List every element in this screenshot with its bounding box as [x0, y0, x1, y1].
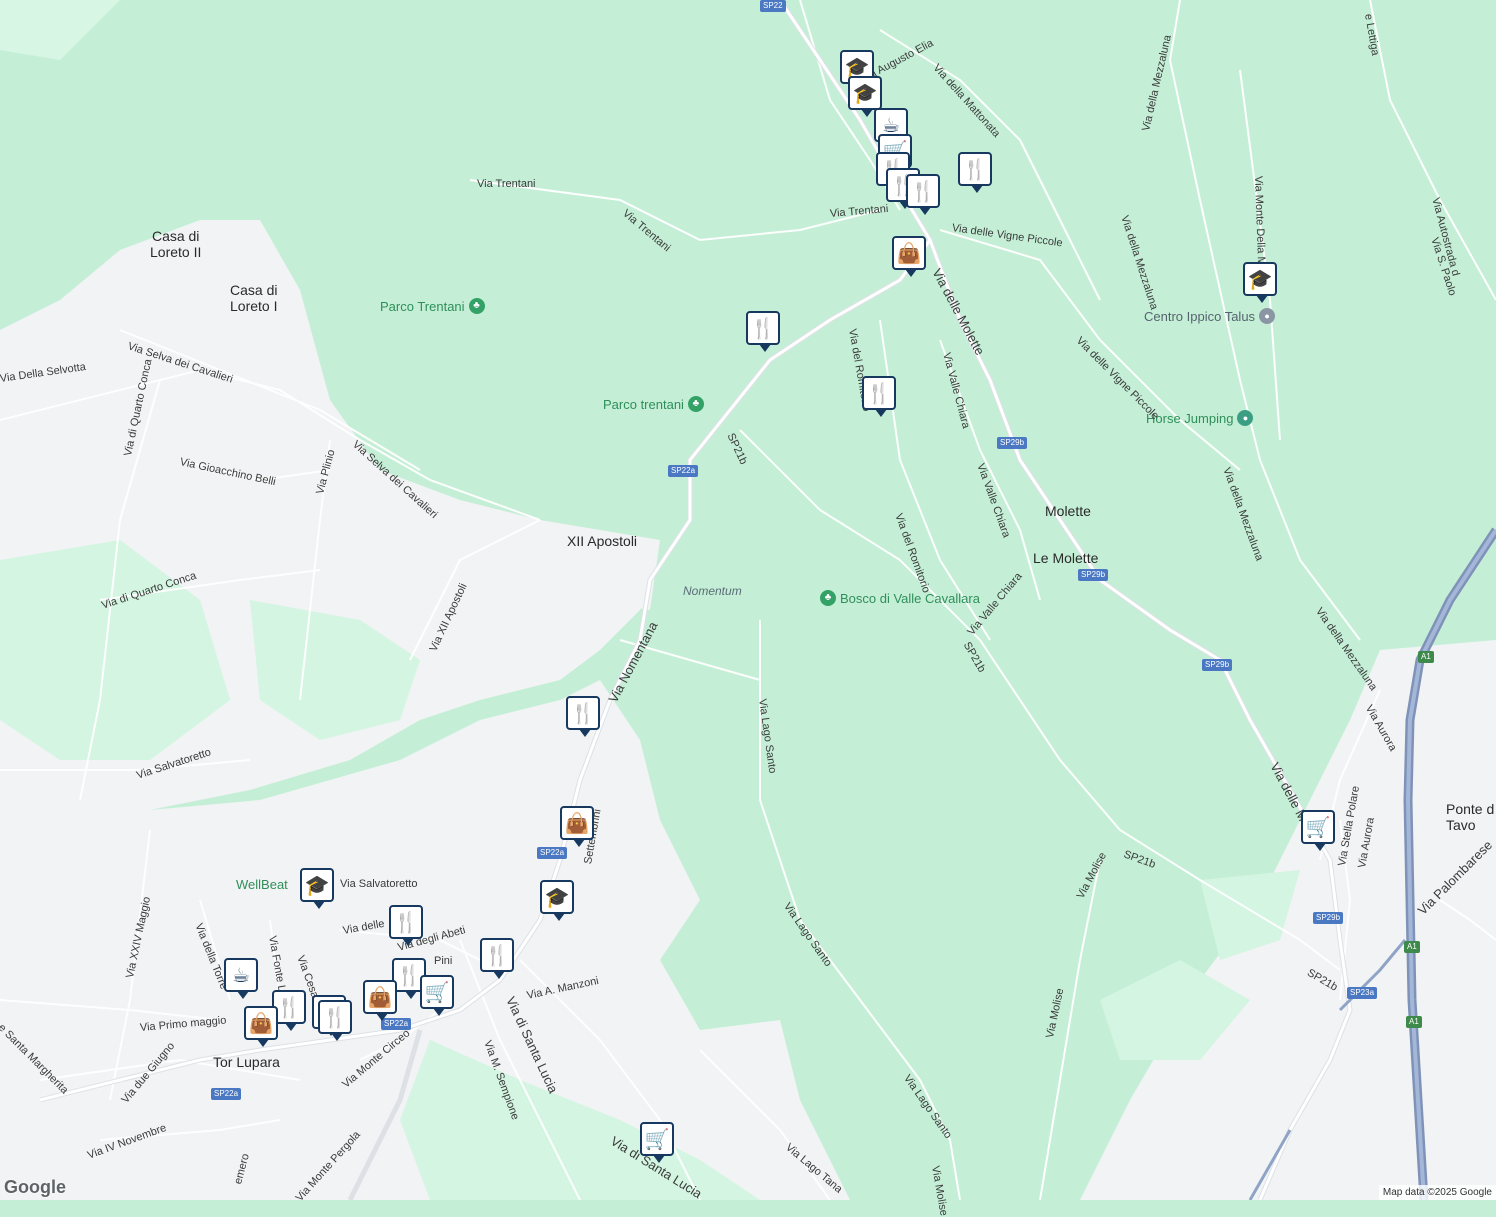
restaurant-icon: 🍴	[484, 943, 510, 967]
park-bosco-valle-cavallara[interactable]: ♣ Bosco di Valle Cavallara	[820, 590, 980, 606]
restaurant-icon: 🍴	[322, 1005, 348, 1029]
park-parco-trentani-2[interactable]: Parco trentani ♣	[603, 396, 704, 412]
restaurant-icon: 🍴	[750, 316, 776, 340]
restaurant-icon: 🍴	[962, 157, 988, 181]
restaurant-icon: 🍴	[276, 995, 302, 1019]
restaurant-icon: 🍴	[866, 381, 892, 405]
cafe-icon: ☕	[882, 113, 900, 137]
road-shield: SP22a	[668, 465, 699, 477]
poi-marker-restaurant[interactable]: 🍴	[389, 905, 423, 946]
poi-marker-school[interactable]: 🎓	[1243, 262, 1277, 303]
road-shield: SP29b	[1313, 912, 1344, 924]
shopping-icon: 👜	[564, 811, 590, 835]
restaurant-icon: 🍴	[396, 963, 422, 987]
poi-marker-restaurant[interactable]: 🍴	[318, 1000, 352, 1041]
area-nomentum: Nomentum	[683, 584, 742, 598]
motorway-shield: A1	[1404, 941, 1420, 953]
place-casa-loreto-1: Casa di Loreto I	[230, 282, 278, 314]
poi-marker-restaurant[interactable]: 🍴	[566, 696, 600, 737]
motorway-shield: A1	[1418, 651, 1434, 663]
grocery-icon: 🛒	[1305, 815, 1331, 839]
location-icon: ●	[1259, 308, 1276, 324]
road-label: Via Salvatoretto	[340, 878, 418, 890]
restaurant-icon: 🍴	[570, 701, 596, 725]
road-shield: SP22	[760, 0, 786, 12]
poi-marker-restaurant[interactable]: 🍴	[906, 174, 940, 215]
school-icon: 🎓	[1247, 267, 1273, 291]
restaurant-icon: 🍴	[393, 910, 419, 934]
school-icon: 🎓	[844, 55, 870, 79]
road-shield: SP29b	[1202, 659, 1233, 671]
poi-marker-shopping[interactable]: 👜	[363, 980, 397, 1021]
road-shield: SP29b	[1078, 569, 1109, 581]
restaurant-icon: 🍴	[910, 179, 936, 203]
place-xii-apostoli: XII Apostoli	[567, 533, 638, 549]
poi-marker-shopping[interactable]: 👜	[892, 236, 926, 277]
motorway-shield: A1	[1406, 1016, 1422, 1028]
poi-marker-school[interactable]: 🎓	[540, 880, 574, 921]
poi-marker-cafe[interactable]: ☕	[224, 958, 258, 999]
poi-marker-grocery[interactable]: 🛒	[640, 1122, 674, 1163]
map-attribution[interactable]: Map data ©2025 Google	[1378, 1185, 1496, 1200]
cafe-icon: ☕	[232, 963, 250, 987]
poi-marker-restaurant[interactable]: 🍴	[746, 311, 780, 352]
poi-marker-grocery[interactable]: 🛒	[1301, 810, 1335, 851]
shopping-icon: 👜	[367, 985, 393, 1009]
poi-marker-school[interactable]: 🎓	[300, 868, 334, 909]
poi-marker-restaurant[interactable]: 🍴	[480, 938, 514, 979]
tree-icon: ♣	[468, 298, 485, 314]
school-icon: 🎓	[852, 81, 878, 105]
poi-marker-restaurant[interactable]: 🍴	[862, 376, 896, 417]
poi-horse-jumping[interactable]: Horse Jumping ●	[1146, 410, 1254, 426]
road-label: Via Trentani	[477, 178, 536, 190]
poi-marker-shopping[interactable]: 👜	[244, 1006, 278, 1047]
grocery-icon: 🛒	[424, 980, 450, 1004]
road-shield: SP22a	[537, 847, 568, 859]
road-shield: SP23a	[1347, 987, 1378, 999]
grocery-icon: 🛒	[644, 1127, 670, 1151]
place-tor-lupara: Tor Lupara	[213, 1054, 280, 1070]
sport-icon: ●	[1237, 410, 1254, 426]
place-ponte-tavo: Ponte d Tavo	[1446, 801, 1495, 833]
poi-marker-restaurant[interactable]: 🍴	[958, 152, 992, 193]
park-parco-trentani[interactable]: Parco Trentani ♣	[380, 298, 485, 314]
road-shield: SP29b	[997, 437, 1028, 449]
place-le-molette: Le Molette	[1033, 550, 1099, 566]
poi-marker-grocery[interactable]: 🛒	[420, 975, 454, 1016]
tree-icon: ♣	[820, 590, 836, 606]
school-icon: 🎓	[304, 873, 330, 897]
shopping-icon: 👜	[248, 1011, 274, 1035]
poi-marker-shopping[interactable]: 👜	[560, 806, 594, 847]
google-logo: Google	[4, 1177, 66, 1197]
place-molette: Molette	[1045, 503, 1091, 519]
poi-wellbeat[interactable]: WellBeat	[236, 877, 288, 892]
shopping-icon: 👜	[896, 241, 922, 265]
tree-icon: ♣	[687, 396, 704, 412]
poi-centro-ippico-talus[interactable]: Centro Ippico Talus ●	[1144, 308, 1276, 324]
school-icon: 🎓	[544, 885, 570, 909]
place-casa-loreto-2: Casa di Loreto II	[150, 228, 202, 260]
road-label: Pini	[434, 955, 453, 967]
road-shield: SP22a	[211, 1088, 242, 1100]
poi-marker-school[interactable]: 🎓	[848, 76, 882, 117]
